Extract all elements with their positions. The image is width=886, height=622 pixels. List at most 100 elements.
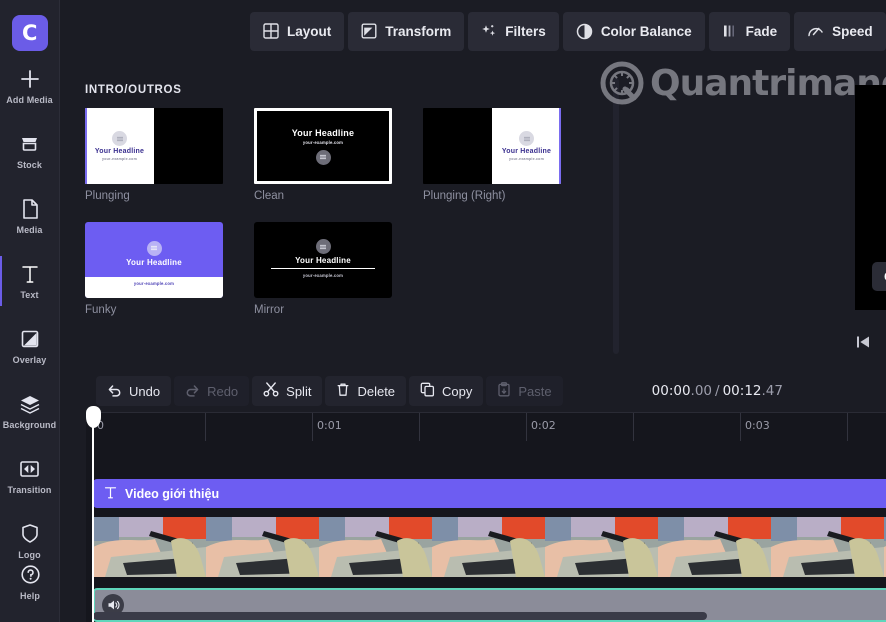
template-name: Funky	[85, 304, 117, 316]
avatar	[519, 131, 534, 146]
scissors-icon	[263, 382, 279, 400]
sparkles-icon	[481, 23, 497, 39]
template-thumbnail[interactable]: Your Headline your-example.com	[85, 222, 223, 298]
template-card-mirror[interactable]: Your Headline your-example.com Mirror	[254, 222, 392, 316]
sidebar-item-label: Background	[2, 419, 57, 430]
avatar	[315, 239, 331, 255]
template-headline: Your Headline	[291, 127, 355, 138]
timecode-display: 00:00.00/00:12.47	[652, 383, 783, 399]
paste-label: Paste	[518, 383, 552, 399]
template-thumbnail[interactable]: Your Headline your-example.com	[423, 108, 561, 184]
playhead-handle[interactable]	[86, 406, 101, 428]
timecode-total-main: 00:12	[722, 383, 762, 399]
timeline-horizontal-scrollbar[interactable]	[93, 612, 707, 620]
template-name: Clean	[254, 190, 285, 202]
ruler-label: 0:01	[317, 419, 342, 432]
timecode-separator: /	[715, 383, 720, 399]
redo-label: Redo	[207, 383, 239, 399]
preview-canvas[interactable]: Cli	[855, 85, 886, 310]
app-logo[interactable]: C	[11, 15, 48, 51]
sidebar-item-transition[interactable]: Transition	[0, 446, 60, 506]
template-card-funky[interactable]: Your Headline your-example.com Funky	[85, 222, 223, 316]
timeline-text-clip[interactable]: Video giới thiệu	[93, 479, 886, 508]
left-sidebar: C Add Media Stock Media Text Overlay Bac…	[0, 0, 60, 622]
sidebar-item-text[interactable]: Text	[0, 251, 60, 311]
split-label: Split	[286, 383, 312, 399]
toolbar-button-label: Filters	[505, 23, 546, 39]
transition-icon	[19, 458, 40, 480]
transform-icon	[361, 23, 377, 39]
template-subtext: your-example.com	[302, 139, 344, 145]
template-thumbnail[interactable]: Your Headline your-example.com	[85, 108, 223, 184]
sidebar-item-stock[interactable]: Stock	[0, 121, 60, 181]
film-frame	[545, 517, 658, 577]
toolbar-button-transform[interactable]: Transform	[348, 11, 465, 51]
redo-icon	[185, 383, 200, 400]
template-headline: Your Headline	[501, 148, 552, 155]
delete-button[interactable]: Delete	[325, 376, 407, 406]
toolbar-button-label: Speed	[832, 23, 873, 39]
delete-label: Delete	[357, 383, 396, 399]
undo-icon	[107, 383, 122, 400]
ruler-label: 0:03	[745, 419, 770, 432]
template-headline: Your Headline	[94, 148, 145, 155]
film-frame	[658, 517, 771, 577]
timeline-playhead[interactable]	[86, 406, 101, 622]
template-card-clean[interactable]: Your Headline your-example.com Clean	[254, 108, 392, 202]
media-file-icon	[21, 198, 39, 220]
text-clip-label: Video giới thiệu	[125, 486, 220, 501]
intro-outros-panel: INTRO/OUTROS Your Headline your-example.…	[60, 62, 626, 370]
film-frame	[206, 517, 319, 577]
video-editor-window: C Add Media Stock Media Text Overlay Bac…	[0, 0, 886, 622]
toolbar-button-filters[interactable]: Filters	[468, 11, 559, 51]
panel-title: INTRO/OUTROS	[85, 84, 182, 96]
text-t-icon	[104, 486, 117, 502]
copy-button[interactable]: Copy	[409, 376, 484, 406]
sidebar-item-label: Help	[20, 590, 40, 601]
sidebar-item-label: Stock	[16, 159, 42, 170]
sidebar-item-label: Add Media	[6, 94, 53, 105]
toolbar-button-label: Fade	[745, 23, 778, 39]
timeline-ruler[interactable]: 0 0:01 0:02 0:03	[86, 413, 886, 441]
toolbar-button-label: Color Balance	[600, 23, 692, 39]
timeline[interactable]: 0 0:01 0:02 0:03 Video giới thiệu	[86, 406, 886, 622]
timecode-total-frac: .47	[761, 383, 783, 399]
timeline-video-clip[interactable]	[93, 517, 886, 577]
template-card-plunging[interactable]: Your Headline your-example.com Plunging	[85, 108, 223, 202]
toolbar-button-speed[interactable]: Speed	[794, 11, 886, 51]
redo-button[interactable]: Redo	[174, 376, 250, 406]
sidebar-item-media[interactable]: Media	[0, 186, 60, 246]
undo-label: Undo	[129, 383, 161, 399]
panel-vertical-scrollbar[interactable]	[613, 78, 619, 354]
copy-icon	[420, 382, 435, 400]
skip-back-icon[interactable]	[855, 334, 871, 355]
template-name: Plunging	[85, 190, 130, 202]
watermark-text: Quantrimang	[650, 62, 886, 104]
template-subtext: your-example.com	[102, 157, 137, 161]
sidebar-item-background[interactable]: Background	[0, 381, 60, 441]
template-thumbnail[interactable]: Your Headline your-example.com	[254, 108, 392, 184]
overlay-icon	[20, 328, 40, 350]
preview-cta-button[interactable]: Cli	[872, 262, 886, 291]
sidebar-item-overlay[interactable]: Overlay	[0, 316, 60, 376]
sidebar-item-add-media[interactable]: Add Media	[0, 56, 60, 116]
sidebar-item-label: Overlay	[12, 354, 47, 365]
paste-icon	[497, 382, 511, 400]
film-frame	[93, 517, 206, 577]
paste-button[interactable]: Paste	[486, 376, 563, 406]
sidebar-item-help[interactable]: Help	[0, 552, 60, 612]
template-grid: Your Headline your-example.com Plunging …	[85, 108, 585, 316]
toolbar-button-layout[interactable]: Layout	[250, 11, 345, 51]
template-thumbnail[interactable]: Your Headline your-example.com	[254, 222, 392, 298]
undo-button[interactable]: Undo	[96, 376, 172, 406]
toolbar-button-color-balance[interactable]: Color Balance	[562, 11, 705, 51]
ruler-label: 0:02	[531, 419, 556, 432]
toolbar-button-fade[interactable]: Fade	[708, 11, 791, 51]
split-button[interactable]: Split	[252, 376, 323, 406]
question-circle-icon	[20, 564, 41, 586]
template-headline: Your Headline	[126, 257, 182, 267]
film-frame	[432, 517, 545, 577]
avatar	[146, 240, 162, 256]
stock-icon	[19, 133, 40, 155]
template-card-plunging-right[interactable]: Your Headline your-example.com Plunging …	[423, 108, 561, 202]
